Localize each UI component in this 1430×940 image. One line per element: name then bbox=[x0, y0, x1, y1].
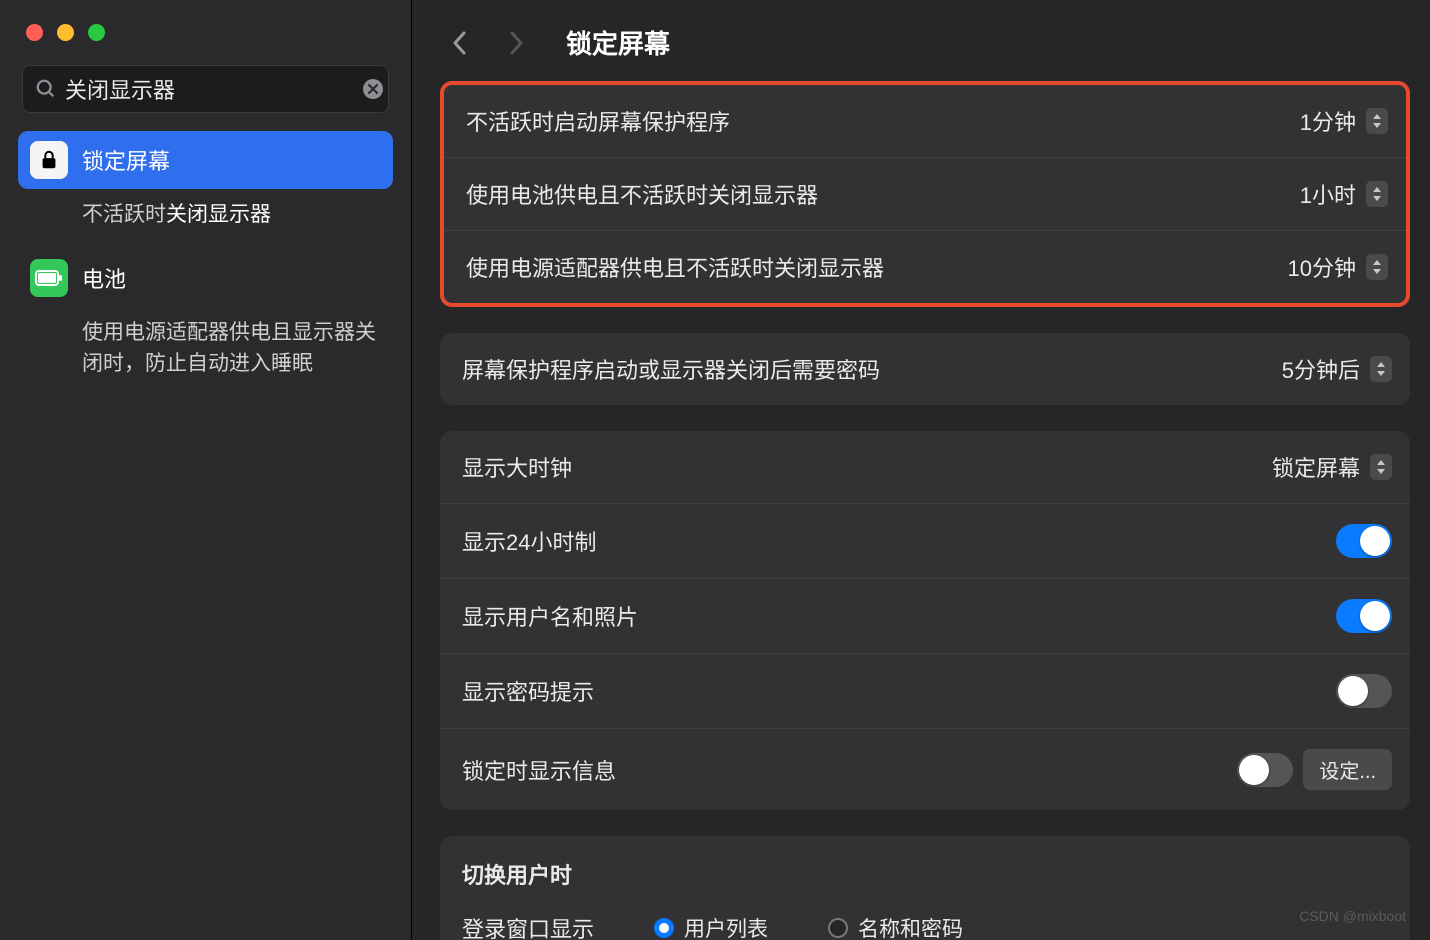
chevron-up-down-icon bbox=[1370, 454, 1392, 480]
row-screensaver-start: 不活跃时启动屏幕保护程序 1分钟 bbox=[444, 85, 1406, 157]
section-title: 切换用户时 bbox=[440, 836, 1410, 896]
sidebar-item-label: 锁定屏幕 bbox=[82, 144, 170, 176]
radio-user-list[interactable]: 用户列表 bbox=[654, 913, 768, 940]
row-battery-display-off: 使用电池供电且不活跃时关闭显示器 1小时 bbox=[444, 157, 1406, 230]
row-show-lock-message: 锁定时显示信息 设定... bbox=[440, 728, 1410, 810]
window-controls bbox=[0, 0, 411, 65]
minimize-window-button[interactable] bbox=[57, 24, 74, 41]
sidebar-item-lock-screen[interactable]: 锁定屏幕 bbox=[18, 131, 393, 189]
maximize-window-button[interactable] bbox=[88, 24, 105, 41]
toggle-show-password-hint[interactable] bbox=[1336, 674, 1392, 708]
nav-forward-button[interactable] bbox=[502, 29, 530, 57]
set-lock-message-button[interactable]: 设定... bbox=[1303, 749, 1392, 790]
sidebar-item-battery[interactable]: 电池 bbox=[18, 249, 393, 307]
radio-icon bbox=[828, 918, 848, 938]
chevron-up-down-icon bbox=[1366, 254, 1388, 280]
radio-name-password[interactable]: 名称和密码 bbox=[828, 913, 963, 940]
settings-group-clock: 显示大时钟 锁定屏幕 显示24小时制 显示用户名和照片 显示密码提示 bbox=[440, 431, 1410, 810]
settings-group-timeouts: 不活跃时启动屏幕保护程序 1分钟 使用电池供电且不活跃时关闭显示器 1小时 使用… bbox=[440, 81, 1410, 307]
battery-icon bbox=[30, 259, 68, 297]
row-show-password-hint: 显示密码提示 bbox=[440, 653, 1410, 728]
select-screensaver-start[interactable]: 1分钟 bbox=[1300, 105, 1388, 137]
select-battery-display-off[interactable]: 1小时 bbox=[1300, 178, 1388, 210]
sidebar: 锁定屏幕 不活跃时关闭显示器 电池 使用电源适配器供电且显示器关闭时，防止自动进… bbox=[0, 0, 412, 940]
lock-icon bbox=[30, 141, 68, 179]
header: 锁定屏幕 bbox=[412, 0, 1430, 77]
select-power-display-off[interactable]: 10分钟 bbox=[1288, 251, 1388, 283]
clear-search-icon[interactable] bbox=[361, 77, 385, 101]
sidebar-item-label: 电池 bbox=[82, 262, 126, 294]
row-24-hour: 显示24小时制 bbox=[440, 503, 1410, 578]
close-window-button[interactable] bbox=[26, 24, 43, 41]
toggle-show-lock-message[interactable] bbox=[1237, 753, 1293, 787]
search-icon bbox=[35, 78, 57, 100]
sidebar-item-sub: 使用电源适配器供电且显示器关闭时，防止自动进入睡眠 bbox=[18, 307, 393, 398]
sidebar-item-sub: 不活跃时关闭显示器 bbox=[18, 189, 393, 249]
row-show-username-photo: 显示用户名和照片 bbox=[440, 578, 1410, 653]
chevron-up-down-icon bbox=[1370, 356, 1392, 382]
main-panel: 锁定屏幕 不活跃时启动屏幕保护程序 1分钟 使用电池供电且不活跃时关闭显示器 1… bbox=[412, 0, 1430, 940]
nav-back-button[interactable] bbox=[446, 29, 474, 57]
row-login-window-show: 登录窗口显示 用户列表 名称和密码 bbox=[440, 896, 1410, 940]
settings-group-password: 屏幕保护程序启动或显示器关闭后需要密码 5分钟后 bbox=[440, 333, 1410, 405]
page-title: 锁定屏幕 bbox=[566, 24, 670, 61]
row-show-large-clock: 显示大时钟 锁定屏幕 bbox=[440, 431, 1410, 503]
toggle-show-username-photo[interactable] bbox=[1336, 599, 1392, 633]
select-require-password[interactable]: 5分钟后 bbox=[1282, 353, 1392, 385]
chevron-up-down-icon bbox=[1366, 108, 1388, 134]
chevron-up-down-icon bbox=[1366, 181, 1388, 207]
search-input[interactable] bbox=[57, 74, 361, 104]
row-require-password: 屏幕保护程序启动或显示器关闭后需要密码 5分钟后 bbox=[440, 333, 1410, 405]
row-power-display-off: 使用电源适配器供电且不活跃时关闭显示器 10分钟 bbox=[444, 230, 1406, 303]
select-show-large-clock[interactable]: 锁定屏幕 bbox=[1272, 451, 1392, 483]
watermark: CSDN @mixboot bbox=[1299, 908, 1406, 924]
toggle-24-hour[interactable] bbox=[1336, 524, 1392, 558]
radio-icon bbox=[654, 918, 674, 938]
settings-group-switch-user: 切换用户时 登录窗口显示 用户列表 名称和密码 bbox=[440, 836, 1410, 940]
search-field[interactable] bbox=[22, 65, 389, 113]
